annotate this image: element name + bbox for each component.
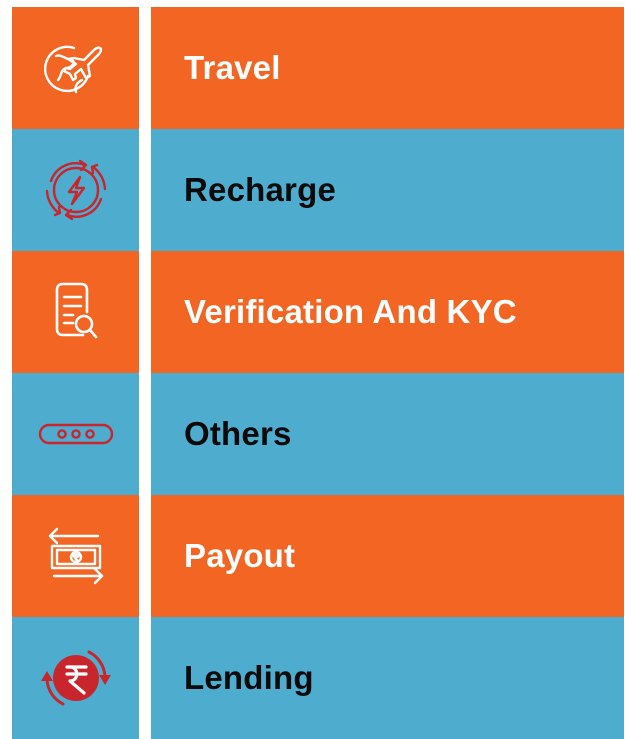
- menu-item-label-cell: Others: [151, 373, 624, 495]
- menu-item-label-lending: Lending: [184, 659, 314, 696]
- recharge-bolt-icon: [37, 151, 115, 229]
- menu-item-icon-cell: [12, 495, 139, 617]
- document-search-icon: [53, 280, 99, 344]
- menu-item-icon-cell: [12, 251, 139, 373]
- menu-item-label-cell: Verification And KYC: [151, 251, 624, 373]
- more-dots-icon: [38, 422, 114, 446]
- row-divider: [139, 617, 151, 739]
- row-divider: [139, 7, 151, 129]
- row-divider: [139, 251, 151, 373]
- menu-item-icon-cell: [12, 617, 139, 739]
- row-divider: [139, 373, 151, 495]
- globe-plane-icon: [43, 40, 108, 96]
- menu-item-label-cell: Lending: [151, 617, 624, 739]
- menu-item-label-cell: Travel: [151, 7, 624, 129]
- menu-item-label-others: Others: [184, 415, 292, 452]
- menu-item-icon-cell: [12, 7, 139, 129]
- menu-item-icon-cell: [12, 129, 139, 251]
- menu-item-travel[interactable]: Travel: [12, 7, 624, 129]
- menu-item-label-travel: Travel: [184, 49, 281, 86]
- service-category-menu: Travel Recharge Verification And KYC Oth…: [12, 7, 624, 739]
- row-divider: [139, 495, 151, 617]
- menu-item-lending[interactable]: Lending: [12, 617, 624, 739]
- menu-item-label-cell: Payout: [151, 495, 624, 617]
- row-divider: [139, 129, 151, 251]
- menu-item-label-cell: Recharge: [151, 129, 624, 251]
- menu-item-label-recharge: Recharge: [184, 171, 337, 208]
- menu-item-icon-cell: [12, 373, 139, 495]
- payout-transfer-icon: [42, 526, 110, 586]
- rupee-cycle-icon: [39, 641, 113, 715]
- menu-item-verification-kyc[interactable]: Verification And KYC: [12, 251, 624, 373]
- menu-item-others[interactable]: Others: [12, 373, 624, 495]
- menu-item-recharge[interactable]: Recharge: [12, 129, 624, 251]
- menu-item-payout[interactable]: Payout: [12, 495, 624, 617]
- menu-item-label-payout: Payout: [184, 537, 296, 574]
- menu-item-label-verification-kyc: Verification And KYC: [184, 293, 517, 330]
